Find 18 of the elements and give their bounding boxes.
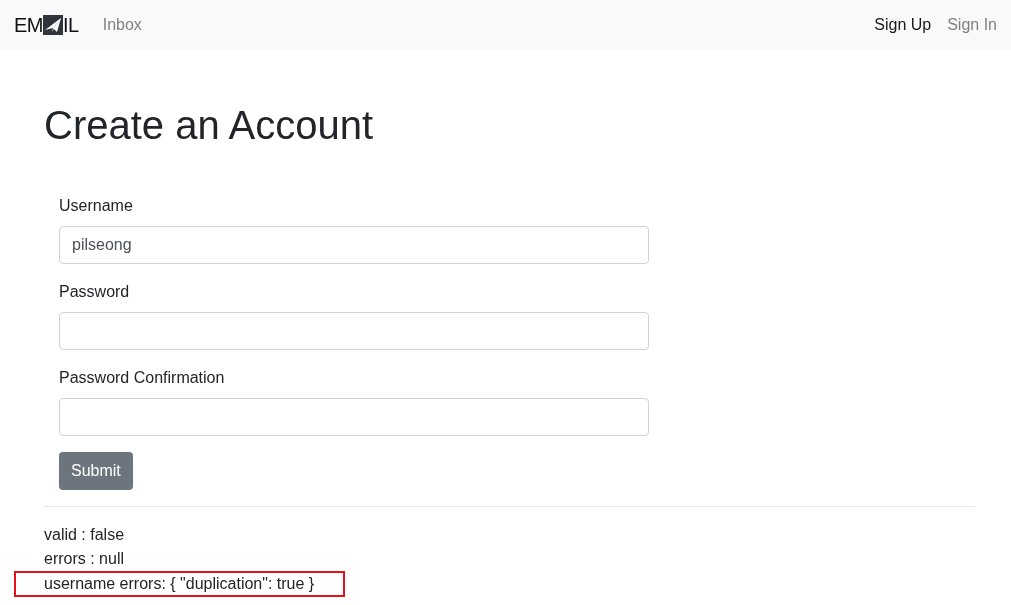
text-input[interactable] [59, 312, 649, 350]
brand-logo[interactable]: EM IL [14, 15, 79, 35]
submit-button[interactable]: Submit [59, 452, 133, 490]
field-label: Password [59, 282, 131, 302]
field-label: Password Confirmation [59, 368, 226, 388]
text-input[interactable]: pilseong [59, 226, 649, 264]
debug-text: errors : null [44, 549, 126, 569]
debug-text: valid : false [44, 525, 126, 545]
debug-text: username errors: { "duplication": true } [44, 574, 315, 594]
nav-link[interactable]: Inbox [94, 5, 150, 45]
nav-link[interactable]: Sign Up [866, 5, 940, 45]
page-title: Create an Account [44, 102, 375, 149]
paper-plane-icon [43, 15, 63, 35]
field-label: Username [59, 196, 134, 216]
logo-text: EM [14, 15, 43, 35]
nav-link[interactable]: Sign In [939, 5, 1005, 45]
text-input[interactable] [59, 398, 649, 436]
logo-text: IL [63, 15, 79, 35]
